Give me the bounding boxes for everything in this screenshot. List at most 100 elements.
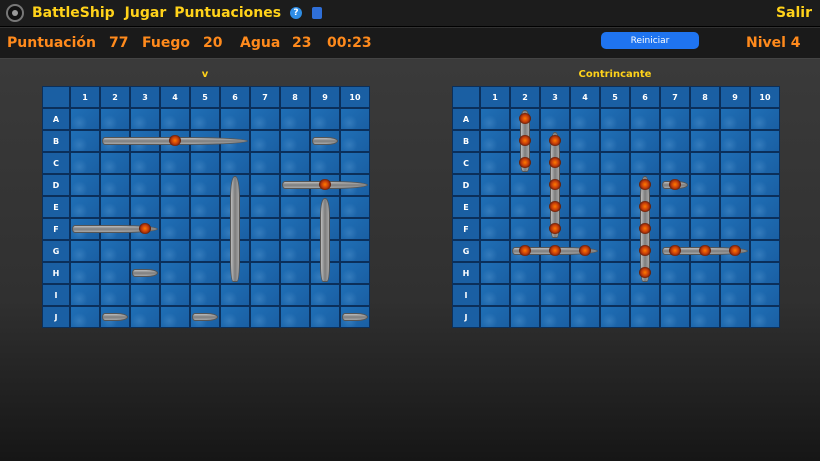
grid-cell[interactable]	[310, 108, 340, 130]
grid-cell[interactable]	[160, 306, 190, 328]
grid-cell[interactable]	[750, 218, 780, 240]
grid-cell[interactable]	[100, 196, 130, 218]
grid-cell[interactable]	[600, 240, 630, 262]
grid-cell[interactable]	[630, 306, 660, 328]
grid-cell[interactable]	[250, 240, 280, 262]
grid-cell[interactable]	[570, 262, 600, 284]
grid-cell[interactable]	[690, 130, 720, 152]
grid-cell[interactable]	[250, 306, 280, 328]
grid-cell[interactable]	[250, 130, 280, 152]
grid-cell[interactable]	[480, 218, 510, 240]
grid-cell[interactable]	[160, 262, 190, 284]
grid-cell[interactable]	[510, 240, 540, 262]
grid-cell[interactable]	[250, 108, 280, 130]
grid-cell[interactable]	[280, 262, 310, 284]
grid-cell[interactable]	[540, 306, 570, 328]
grid-cell[interactable]	[690, 240, 720, 262]
grid-cell[interactable]	[340, 130, 370, 152]
grid-cell[interactable]	[220, 196, 250, 218]
grid-cell[interactable]	[220, 174, 250, 196]
grid-cell[interactable]	[100, 262, 130, 284]
grid-cell[interactable]	[480, 108, 510, 130]
grid-cell[interactable]	[130, 262, 160, 284]
grid-cell[interactable]	[600, 152, 630, 174]
grid-cell[interactable]	[570, 306, 600, 328]
grid-cell[interactable]	[510, 262, 540, 284]
grid-cell[interactable]	[160, 240, 190, 262]
grid-cell[interactable]	[220, 152, 250, 174]
grid-cell[interactable]	[600, 174, 630, 196]
grid-cell[interactable]	[480, 174, 510, 196]
grid-cell[interactable]	[570, 174, 600, 196]
grid-cell[interactable]	[190, 240, 220, 262]
grid-cell[interactable]	[130, 240, 160, 262]
grid-cell[interactable]	[660, 108, 690, 130]
grid-cell[interactable]	[540, 108, 570, 130]
grid-cell[interactable]	[570, 196, 600, 218]
grid-cell[interactable]	[160, 130, 190, 152]
grid-cell[interactable]	[310, 196, 340, 218]
grid-cell[interactable]	[70, 174, 100, 196]
grid-cell[interactable]	[720, 174, 750, 196]
grid-cell[interactable]	[280, 218, 310, 240]
grid-cell[interactable]	[510, 218, 540, 240]
grid-cell[interactable]	[720, 196, 750, 218]
grid-cell[interactable]	[130, 174, 160, 196]
grid-cell[interactable]	[600, 284, 630, 306]
grid-cell[interactable]	[280, 174, 310, 196]
grid-cell[interactable]	[280, 196, 310, 218]
grid-cell[interactable]	[720, 262, 750, 284]
grid-cell[interactable]	[690, 218, 720, 240]
grid-cell[interactable]	[310, 262, 340, 284]
grid-cell[interactable]	[190, 108, 220, 130]
grid-cell[interactable]	[570, 240, 600, 262]
grid-cell[interactable]	[310, 130, 340, 152]
grid-cell[interactable]	[630, 130, 660, 152]
grid-cell[interactable]	[540, 152, 570, 174]
grid-cell[interactable]	[310, 284, 340, 306]
grid-cell[interactable]	[630, 218, 660, 240]
help-icon[interactable]: ?	[290, 7, 303, 19]
grid-cell[interactable]	[220, 130, 250, 152]
grid-cell[interactable]	[100, 306, 130, 328]
grid-cell[interactable]	[340, 196, 370, 218]
grid-cell[interactable]	[220, 240, 250, 262]
grid-cell[interactable]	[750, 284, 780, 306]
grid-cell[interactable]	[70, 130, 100, 152]
grid-cell[interactable]	[100, 152, 130, 174]
grid-cell[interactable]	[190, 284, 220, 306]
grid-cell[interactable]	[130, 284, 160, 306]
grid-cell[interactable]	[720, 152, 750, 174]
grid-cell[interactable]	[280, 284, 310, 306]
grid-cell[interactable]	[280, 152, 310, 174]
play-link[interactable]: Jugar	[125, 5, 167, 21]
grid-cell[interactable]	[690, 108, 720, 130]
grid-cell[interactable]	[280, 108, 310, 130]
grid-cell[interactable]	[220, 108, 250, 130]
grid-cell[interactable]	[70, 240, 100, 262]
grid-cell[interactable]	[340, 262, 370, 284]
grid-cell[interactable]	[690, 262, 720, 284]
grid-cell[interactable]	[250, 284, 280, 306]
grid-cell[interactable]	[660, 130, 690, 152]
grid-cell[interactable]	[600, 108, 630, 130]
grid-cell[interactable]	[510, 284, 540, 306]
grid-cell[interactable]	[600, 218, 630, 240]
grid-cell[interactable]	[340, 240, 370, 262]
grid-cell[interactable]	[630, 240, 660, 262]
grid-cell[interactable]	[600, 130, 630, 152]
grid-cell[interactable]	[720, 306, 750, 328]
grid-cell[interactable]	[160, 196, 190, 218]
grid-cell[interactable]	[660, 174, 690, 196]
grid-cell[interactable]	[130, 130, 160, 152]
grid-cell[interactable]	[190, 152, 220, 174]
scores-link[interactable]: Puntuaciones	[174, 5, 281, 21]
brand-link[interactable]: BattleShip	[32, 5, 115, 21]
grid-cell[interactable]	[750, 108, 780, 130]
grid-cell[interactable]	[720, 108, 750, 130]
grid-cell[interactable]	[100, 218, 130, 240]
grid-cell[interactable]	[600, 262, 630, 284]
grid-cell[interactable]	[160, 218, 190, 240]
grid-cell[interactable]	[340, 152, 370, 174]
grid-cell[interactable]	[660, 196, 690, 218]
